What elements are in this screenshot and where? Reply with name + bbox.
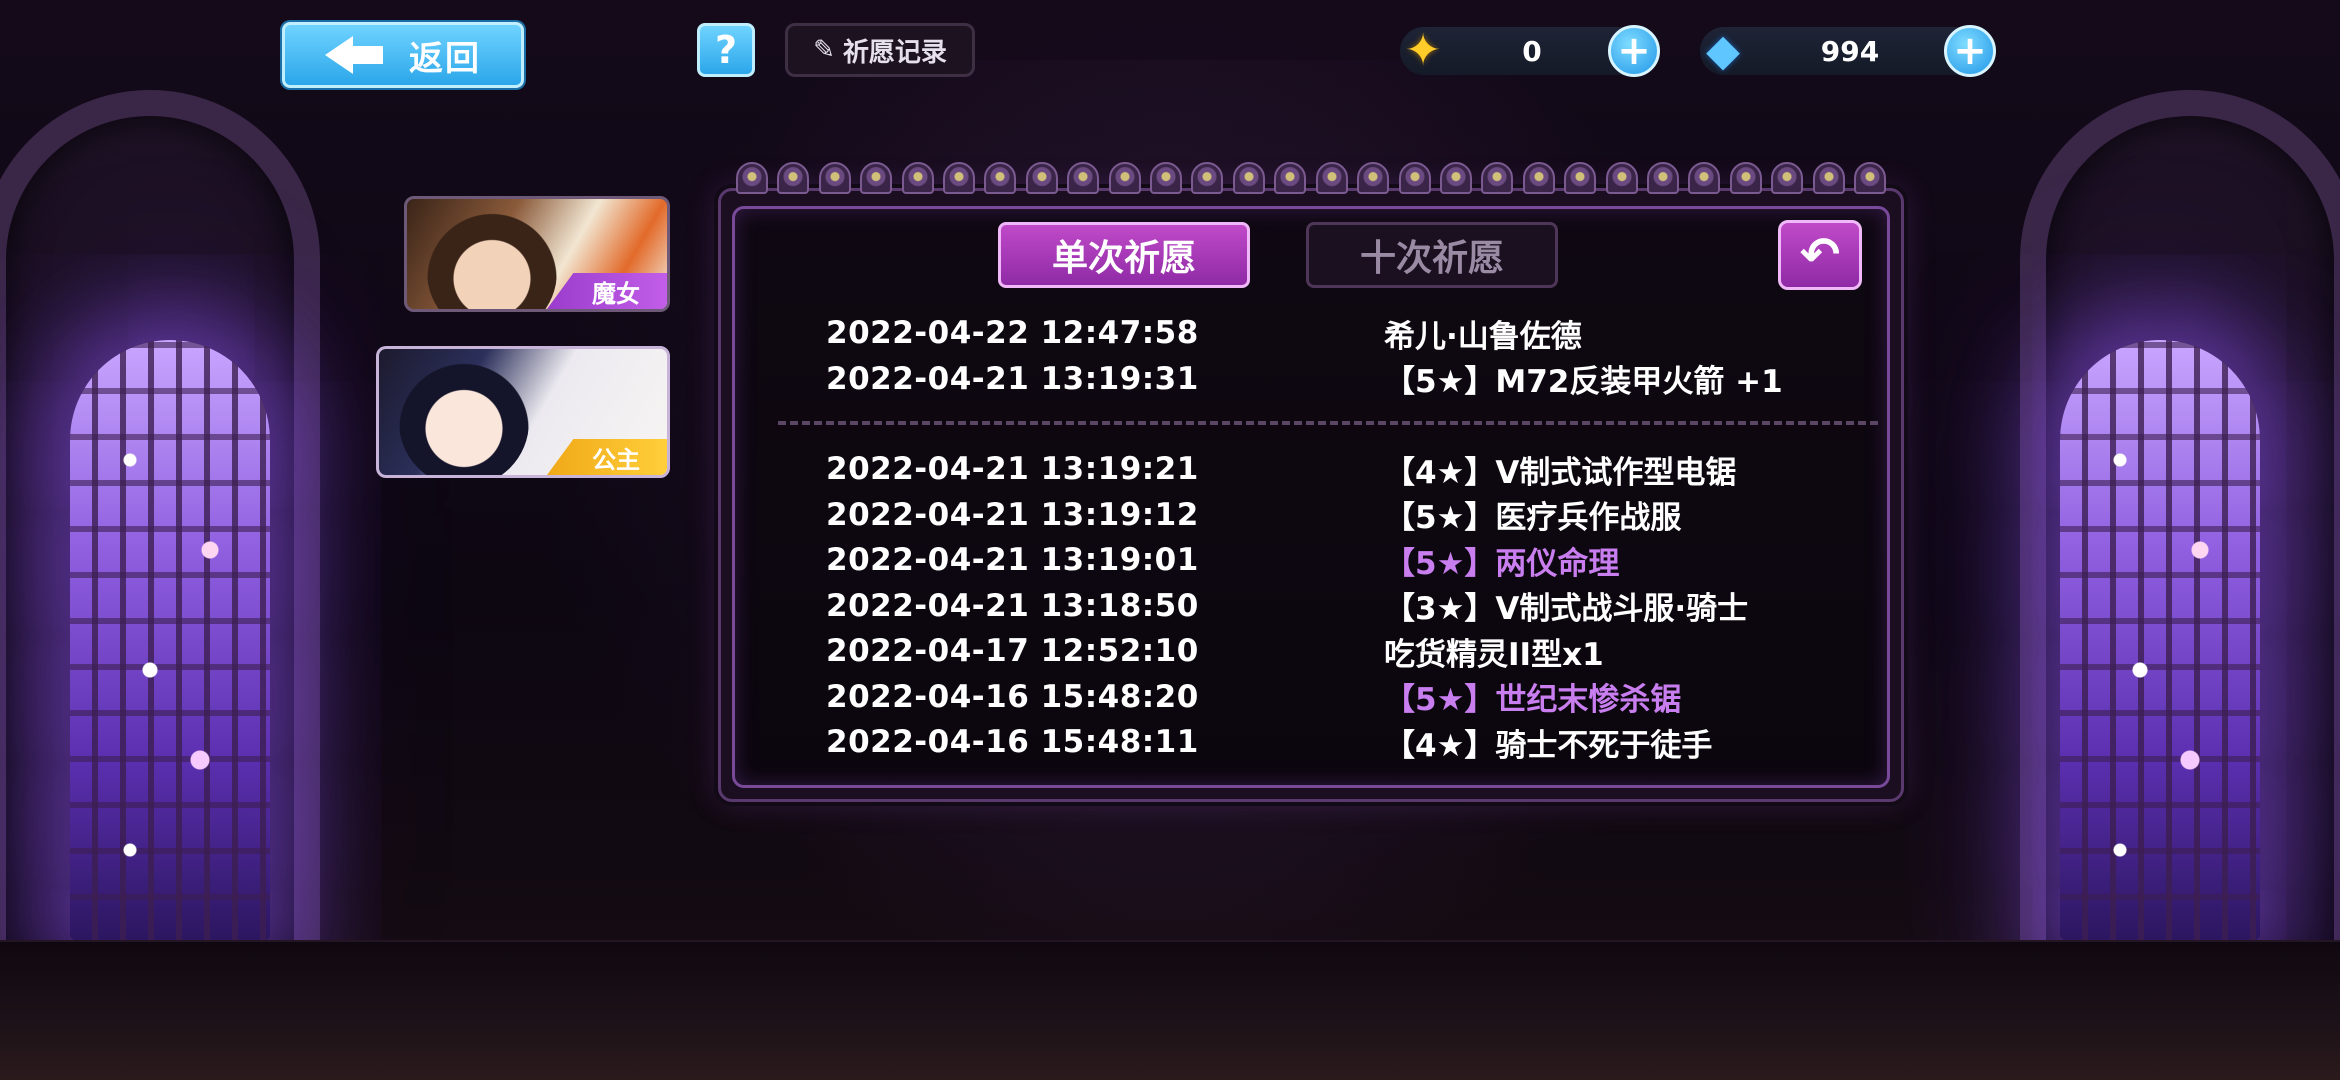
record-row: 2022-04-21 13:19:01 【5★】两仪命理 (826, 538, 1866, 582)
character-tab-princess[interactable]: 公主 (376, 346, 670, 478)
record-row: 2022-04-21 13:18:50 【3★】V制式战斗服·骑士 (826, 584, 1866, 628)
ornament-bead (1522, 162, 1555, 194)
record-row: 2022-04-16 15:48:11 【4★】骑士不死于徒手 (826, 720, 1866, 764)
record-row: 2022-04-17 12:52:10 吃货精灵II型x1 (826, 629, 1866, 673)
stained-glass-window (70, 340, 270, 940)
record-item: 【5★】医疗兵作战服 (1384, 500, 1682, 536)
record-time: 2022-04-21 13:19:12 (826, 496, 1199, 533)
ornament-bead (818, 162, 851, 194)
ornament-bead (1481, 162, 1514, 194)
character-tag: 魔女 (547, 273, 667, 309)
ornament-bead (1646, 162, 1679, 194)
character-tag: 公主 (547, 439, 667, 475)
tab-ten-wish[interactable]: 十次祈愿 (1306, 222, 1558, 288)
blue-crystal-icon: ◆ (1706, 24, 1740, 76)
ornament-bead (1191, 162, 1224, 194)
ornament-bead (1729, 162, 1762, 194)
record-time: 2022-04-21 13:19:21 (826, 451, 1199, 487)
wish-record-label: 祈愿记录 (842, 37, 947, 68)
wish-record-button[interactable]: ✎ 祈愿记录 (785, 23, 975, 77)
return-button[interactable]: ↶ (1778, 220, 1862, 290)
record-row: 2022-04-22 12:47:58 希儿·山鲁佐德 (826, 311, 1866, 355)
ornament-bead (1564, 162, 1597, 194)
ornament-bead (1605, 162, 1638, 194)
record-time: 2022-04-21 13:18:50 (826, 587, 1199, 624)
ornament-bead (736, 162, 768, 194)
crystal-value: 994 (1820, 34, 1880, 68)
arrow-left-icon (325, 36, 383, 74)
undo-arrow-icon: ↶ (1799, 227, 1841, 283)
floor (0, 940, 2340, 1080)
dashed-divider (778, 421, 1878, 425)
record-item: 希儿·山鲁佐德 (1384, 318, 1582, 355)
back-button[interactable]: 返回 (282, 22, 524, 88)
record-time: 2022-04-17 12:52:10 (826, 633, 1199, 669)
record-time: 2022-04-21 13:19:31 (826, 360, 1199, 397)
ornament-bead (1067, 162, 1100, 194)
record-time: 2022-04-22 12:47:58 (826, 315, 1199, 351)
ornament-bead (1853, 162, 1886, 194)
ornament-bead (1150, 162, 1183, 194)
record-row: 2022-04-21 13:19:31 【5★】M72反装甲火箭 +1 (826, 357, 1866, 401)
record-time: 2022-04-21 13:19:01 (826, 542, 1199, 578)
add-crystal-button[interactable]: + (1944, 25, 1996, 77)
ornament-bead (1398, 162, 1431, 194)
crystal-counter: ◆ 994 + (1700, 25, 1996, 77)
record-item: 【5★】M72反装甲火箭 +1 (1384, 364, 1783, 400)
back-label: 返回 (409, 38, 481, 79)
ornament-bead (860, 162, 893, 194)
ornament-bead (1108, 162, 1141, 194)
tab-single-wish[interactable]: 单次祈愿 (998, 222, 1250, 288)
record-item: 【3★】V制式战斗服·骑士 (1384, 591, 1749, 627)
left-arch (0, 90, 340, 990)
right-arch (2000, 90, 2340, 990)
ornament-bead (1812, 162, 1845, 194)
help-button[interactable]: ? (697, 23, 755, 77)
stained-glass-window (2060, 340, 2260, 940)
record-item: 【4★】V制式试作型电锯 (1384, 454, 1737, 491)
record-time: 2022-04-16 15:48:11 (826, 724, 1199, 760)
ornament-bead (1357, 162, 1390, 194)
character-portrait (427, 207, 557, 309)
record-item: 【5★】两仪命理 (1384, 545, 1620, 582)
gold-ticket-icon: ✦ (1404, 24, 1442, 76)
ornament-bead (1688, 162, 1721, 194)
record-item: 【5★】世纪末惨杀锯 (1384, 682, 1682, 718)
panel-decoration (730, 162, 1892, 194)
character-tab-witch[interactable]: 魔女 (404, 196, 670, 312)
record-row: 2022-04-21 13:19:12 【5★】医疗兵作战服 (826, 493, 1866, 537)
gold-ticket-counter: ✦ 0 + (1400, 25, 1660, 77)
ornament-bead (1315, 162, 1348, 194)
ornament-bead (1771, 162, 1804, 194)
scroll-quill-icon: ✎ (813, 35, 835, 65)
character-portrait (399, 357, 529, 475)
record-time: 2022-04-16 15:48:20 (826, 678, 1199, 715)
add-gold-ticket-button[interactable]: + (1608, 25, 1660, 77)
ornament-bead (1232, 162, 1265, 194)
ornament-bead (1439, 162, 1472, 194)
ornament-bead (777, 162, 810, 194)
ornament-bead (943, 162, 976, 194)
ornament-bead (1274, 162, 1307, 194)
record-item: 【4★】骑士不死于徒手 (1384, 727, 1713, 764)
record-item: 吃货精灵II型x1 (1384, 636, 1604, 673)
ornament-bead (901, 162, 934, 194)
ornament-bead (1025, 162, 1058, 194)
record-row: 2022-04-16 15:48:20 【5★】世纪末惨杀锯 (826, 675, 1866, 719)
ornament-bead (984, 162, 1017, 194)
gold-ticket-value: 0 (1522, 34, 1542, 68)
record-row: 2022-04-21 13:19:21 【4★】V制式试作型电锯 (826, 447, 1866, 491)
